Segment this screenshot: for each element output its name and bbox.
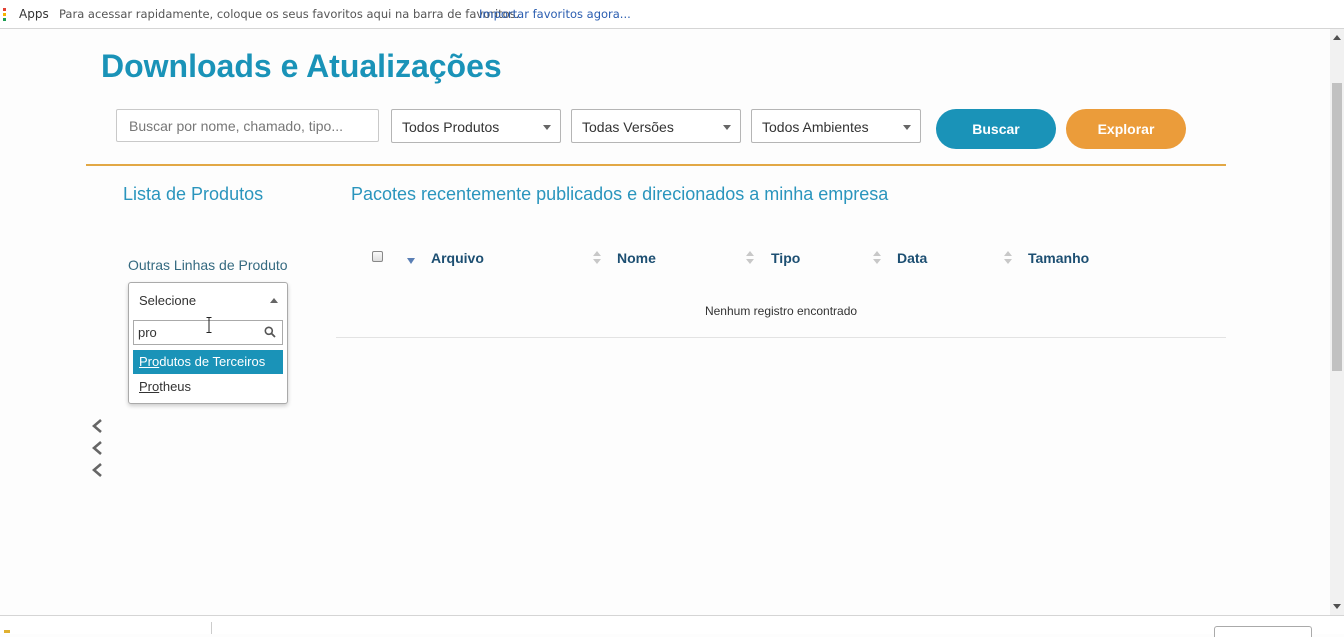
- combobox-header[interactable]: Selecione: [129, 283, 287, 317]
- option-match-text: Pro: [139, 379, 160, 394]
- column-header-tamanho[interactable]: Tamanho: [1028, 250, 1089, 266]
- section-divider: [86, 164, 1226, 166]
- scroll-down-arrow-icon[interactable]: [1333, 604, 1341, 609]
- show-all-downloads-button[interactable]: [1214, 626, 1312, 637]
- column-header-arquivo[interactable]: Arquivo: [431, 250, 484, 266]
- table-row-divider: [336, 337, 1226, 338]
- scroll-up-arrow-icon[interactable]: [1333, 35, 1341, 40]
- table-empty-message: Nenhum registro encontrado: [704, 304, 858, 318]
- apps-icon[interactable]: [3, 8, 6, 21]
- versions-select-value: Todas Versões: [582, 119, 674, 135]
- products-select[interactable]: Todos Produtos: [391, 109, 561, 143]
- option-match-text: Pro: [139, 354, 160, 369]
- apps-label[interactable]: Apps: [19, 7, 49, 21]
- download-shelf: [0, 615, 1344, 637]
- sort-icon[interactable]: [1004, 251, 1012, 265]
- column-header-data[interactable]: Data: [897, 250, 927, 266]
- search-input[interactable]: [116, 109, 379, 142]
- sort-icon[interactable]: [593, 251, 601, 265]
- other-product-lines-label: Outras Linhas de Produto: [128, 257, 288, 273]
- environments-select-value: Todos Ambientes: [762, 119, 869, 135]
- caret-down-icon: [903, 125, 911, 130]
- option-rest-text: theus: [159, 379, 192, 394]
- collapse-sidebar-chevrons[interactable]: [90, 418, 104, 480]
- sort-icon[interactable]: [746, 251, 754, 265]
- column-header-tipo[interactable]: Tipo: [771, 250, 800, 266]
- bookmarks-hint: Para acessar rapidamente, coloque os seu…: [59, 7, 520, 21]
- chevron-left-icon: [92, 441, 102, 455]
- caret-down-icon: [543, 125, 551, 130]
- column-header-nome[interactable]: Nome: [617, 250, 656, 266]
- select-all-checkbox[interactable]: [372, 251, 383, 262]
- product-list-title: Lista de Produtos: [123, 184, 264, 204]
- text-cursor-icon: [206, 317, 212, 333]
- combobox-option-protheus[interactable]: Protheus: [133, 375, 283, 399]
- search-icon: [264, 326, 276, 338]
- option-rest-text: dutos de Terceiros: [159, 354, 266, 369]
- search-button[interactable]: Buscar: [936, 109, 1056, 149]
- shelf-separator: [211, 622, 212, 634]
- sort-desc-icon[interactable]: [407, 258, 415, 264]
- caret-down-icon: [723, 125, 731, 130]
- environments-select[interactable]: Todos Ambientes: [751, 109, 921, 143]
- versions-select[interactable]: Todas Versões: [571, 109, 741, 143]
- caret-up-icon: [270, 298, 278, 303]
- import-bookmarks-link[interactable]: Importar favoritos agora...: [479, 7, 631, 21]
- page-scrollbar[interactable]: [1330, 29, 1344, 615]
- explore-button[interactable]: Explorar: [1066, 109, 1186, 149]
- page-title: Downloads e Atualizações: [101, 48, 502, 84]
- recent-packages-title: Pacotes recentemente publicados e direci…: [351, 184, 889, 204]
- chevron-left-icon: [92, 463, 102, 477]
- scroll-thumb[interactable]: [1332, 83, 1342, 371]
- combobox-option-produtos-de-terceiros[interactable]: Produtos de Terceiros: [133, 350, 283, 374]
- bookmarks-bar: Apps Para acessar rapidamente, coloque o…: [0, 0, 1344, 29]
- sort-icon[interactable]: [873, 251, 881, 265]
- chevron-left-icon: [92, 419, 102, 433]
- combobox-selected-value: Selecione: [139, 293, 197, 308]
- product-line-combobox[interactable]: Selecione Produtos de Terceiros Protheus: [128, 282, 288, 404]
- products-select-value: Todos Produtos: [402, 119, 500, 135]
